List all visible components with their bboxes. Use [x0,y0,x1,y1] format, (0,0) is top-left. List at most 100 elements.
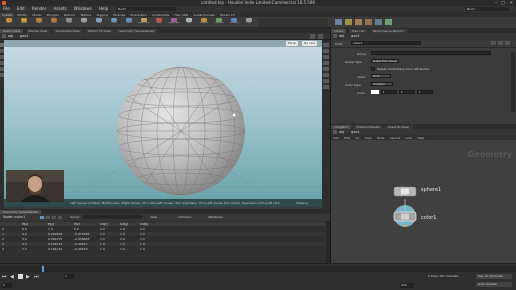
view-label[interactable]: View [150,215,157,220]
shelf-tool-curve[interactable]: Curve [122,18,136,27]
class-select[interactable]: Point [371,74,391,78]
display-options-icon[interactable] [323,43,329,47]
wireframe-icon[interactable] [323,55,329,59]
param-network-path[interactable]: obj [339,33,344,39]
points-icon[interactable] [40,216,44,219]
node-path[interactable]: geo1 [20,33,29,39]
group-field[interactable] [82,215,142,219]
prev-frame-icon[interactable]: ◀ [10,273,14,281]
close-icon[interactable]: ✕ [510,1,513,5]
cell: 1.0 [100,247,105,251]
pane-menu-icon[interactable] [318,34,323,39]
col-header[interactable]: Cd[g] [120,222,128,226]
param-scrollbar[interactable] [511,52,515,112]
network-path[interactable]: obj [8,33,13,39]
color-b-field[interactable]: 1 [417,90,433,94]
color-g-field[interactable]: 1 [399,90,415,94]
desktop-selector[interactable]: Build [116,7,176,11]
table-row[interactable]: 4 0.0 0.164145 -0.96418 1.0 1.0 1.0 [0,247,330,251]
attributes-label[interactable]: Attributes [208,215,223,220]
background-icon[interactable] [323,73,329,77]
shading-mode-icon[interactable] [323,49,329,53]
persp-menu[interactable]: Persp [286,41,299,46]
maximize-icon[interactable]: □ [501,1,505,5]
shelf-tool-spray-paint[interactable]: Spray Paint [167,18,181,27]
point-light-icon[interactable] [345,19,352,25]
key-all-channels-button[interactable]: Key All Channels [476,274,512,279]
col-header[interactable]: P[y] [48,222,54,226]
env-light-icon[interactable] [385,19,392,25]
col-header[interactable]: Cd[r] [100,222,108,226]
shelf-tool-platonic[interactable]: Platonic [197,18,211,27]
current-frame-field[interactable]: 1 [64,274,74,279]
primitives-icon[interactable] [52,216,56,219]
spot-light-icon[interactable] [355,19,362,25]
play-icon[interactable]: ▶ [26,273,30,281]
lighting-icon[interactable] [323,67,329,71]
timeline-ruler[interactable] [0,266,516,272]
shelf-tool-line[interactable]: Line [92,18,106,27]
shelf-tool-torus[interactable]: Torus [47,18,61,27]
back-arrow-icon[interactable] [2,34,6,38]
shelf-tool-metaball[interactable]: Metaball [227,18,241,27]
playhead[interactable] [42,266,44,272]
col-header[interactable]: Cd[b] [140,222,148,226]
cell: 0.0 [22,232,27,236]
shelf-tool-null[interactable]: Null [77,18,91,27]
back-arrow-icon[interactable] [333,130,337,134]
camera-icon[interactable] [335,19,342,25]
color-swatch[interactable] [371,90,379,94]
sphere-node-label[interactable]: sphere1 [421,187,441,193]
table-row[interactable]: 0 0.0 1.0 0.0 1.0 1.0 1.0 [0,227,330,231]
shelf-tool-box[interactable]: Box [2,18,16,27]
network-editor[interactable]: Geometry sphere1 color1 [331,140,516,263]
sky-light-icon[interactable] [375,19,382,25]
color-r-field[interactable]: 1 [381,90,397,94]
shelf-tool-draw-curve[interactable]: Draw Curve [137,18,151,27]
col-header[interactable]: P[x] [22,222,28,226]
last-frame-icon[interactable]: ⏭ [34,273,39,281]
shelf-tool-lsystem[interactable]: L-System [212,18,226,27]
intrinsics-label[interactable]: Intrinsics [178,215,192,220]
cell: 0.0 [22,227,27,231]
node-name-field[interactable]: color1 [351,41,421,45]
area-light-icon[interactable] [365,19,372,25]
shelf-tool-path[interactable]: Path [152,18,166,27]
desktop-switcher[interactable]: Build [465,7,509,11]
back-arrow-icon[interactable] [333,34,337,38]
ghost-icon[interactable] [323,61,329,65]
shelf-tool-font[interactable]: Font [182,18,196,27]
vertices-icon[interactable] [46,216,50,219]
pin-icon[interactable] [310,34,315,39]
detail-icon[interactable] [58,216,62,219]
help-icon[interactable] [498,41,503,45]
color-node-output[interactable] [403,224,407,228]
network-canvas[interactable] [331,140,516,263]
grid-toggle-icon[interactable] [323,79,329,83]
stop-icon[interactable] [18,274,23,279]
group-field[interactable] [371,51,491,55]
shelf-tool-grid[interactable]: Grid [62,18,76,27]
table-row[interactable]: 3 0.0 0.138127 -0.99041 1.0 1.0 1.0 [0,242,330,246]
end-frame-field[interactable]: 240 [400,283,414,288]
color-node-label[interactable]: color1 [421,215,437,221]
group-type-select[interactable]: Guess from Group [371,59,399,63]
shelf-tool-sphere[interactable]: Sphere [17,18,31,27]
color-type-select[interactable]: Constant [371,82,393,86]
gear-icon[interactable] [491,41,496,45]
minimize-icon[interactable]: – [495,0,497,5]
delete-color-checkbox[interactable] [371,67,375,71]
table-row[interactable]: 2 0.0 0.284475 -0.958683 1.0 1.0 1.0 [0,237,330,241]
shelf-tool-circle[interactable]: Circle [107,18,121,27]
camera-toggle-icon[interactable] [323,85,329,89]
col-header[interactable]: P[z] [74,222,80,226]
info-icon[interactable] [505,41,510,45]
camera-menu[interactable]: No cam [302,41,318,46]
shelf-tool-tube[interactable]: Tube [32,18,46,27]
param-node-path[interactable]: geo1 [351,33,360,39]
shelf-tool-file[interactable]: File [242,18,256,27]
start-frame-field[interactable]: 1 [2,283,12,288]
first-frame-icon[interactable]: ⏮ [2,273,7,281]
table-row[interactable]: 1 0.0 0.229616 -0.973283 1.0 1.0 1.0 [0,232,330,236]
auto-update-select[interactable]: Auto Update [476,282,512,287]
